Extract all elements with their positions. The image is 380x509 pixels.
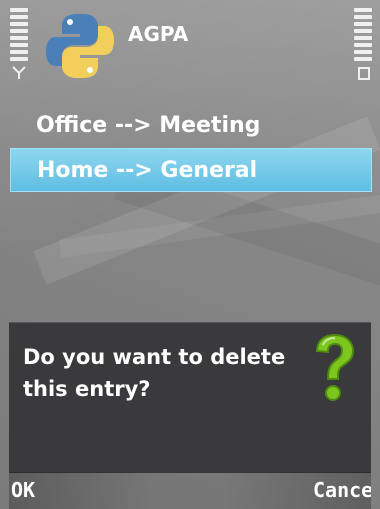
battery-icon	[358, 67, 370, 80]
list-item-selected[interactable]: Home --> General	[10, 148, 372, 192]
python-logo-icon	[46, 14, 114, 78]
entry-list: Office --> Meeting Home --> General	[10, 104, 372, 192]
list-item[interactable]: Office --> Meeting	[10, 104, 372, 148]
confirm-dialog: Do you want to delete this entry?	[9, 322, 371, 473]
question-mark-icon	[315, 333, 355, 401]
cancel-softkey[interactable]: Cancel	[313, 478, 371, 502]
battery-bars-icon	[354, 8, 372, 68]
app-title: AGPA	[128, 22, 189, 46]
softkey-bar: OK Cancel	[9, 472, 371, 509]
signal-bars-icon	[10, 8, 28, 68]
phone-screen: AGPA Office --> Meeting Home --> General…	[0, 0, 380, 509]
dialog-message: Do you want to delete this entry?	[23, 345, 286, 401]
antenna-icon	[12, 66, 26, 79]
ok-softkey[interactable]: OK	[11, 478, 35, 502]
